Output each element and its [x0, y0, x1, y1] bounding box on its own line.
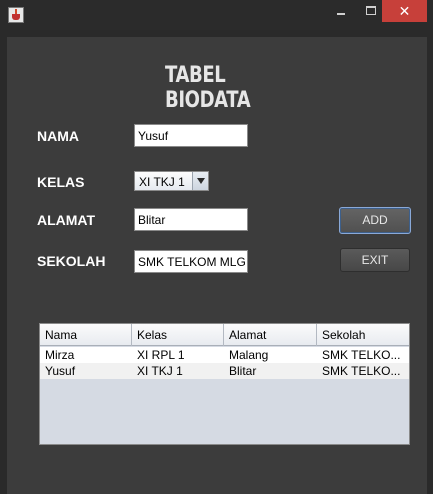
title-bar: ✕: [0, 0, 433, 30]
table-cell: XI TKJ 1: [137, 364, 183, 378]
app-window: ✕ TABEL BIODATA NAMA Yusuf KELAS XI TKJ …: [0, 0, 433, 494]
table-header: Nama Kelas Alamat Sekolah: [40, 324, 409, 346]
exit-button[interactable]: EXIT: [340, 248, 410, 272]
close-icon[interactable]: ✕: [382, 0, 427, 22]
column-header-sekolah[interactable]: Sekolah: [317, 324, 409, 346]
chevron-down-icon[interactable]: [192, 172, 208, 190]
column-header-alamat[interactable]: Alamat: [224, 324, 317, 346]
maximize-icon[interactable]: [358, 0, 384, 22]
table-cell: Blitar: [229, 364, 257, 378]
table-cell: Mirza: [45, 348, 75, 362]
column-header-kelas[interactable]: Kelas: [132, 324, 224, 346]
table-cell: Malang: [229, 348, 269, 362]
alamat-field[interactable]: Blitar: [134, 208, 248, 231]
alamat-label: ALAMAT: [37, 212, 96, 228]
table-cell: SMK TELKO...: [322, 364, 401, 378]
kelas-label: KELAS: [37, 174, 85, 190]
table-row[interactable]: Mirza XI RPL 1 Malang SMK TELKO...: [40, 347, 409, 363]
minimize-icon[interactable]: [328, 0, 354, 22]
sekolah-field[interactable]: SMK TELKOM MLG: [134, 250, 248, 273]
biodata-table[interactable]: Nama Kelas Alamat Sekolah Mirza XI RPL 1…: [39, 323, 410, 445]
java-app-icon: [8, 7, 24, 23]
kelas-select[interactable]: XI TKJ 1: [134, 171, 209, 191]
kelas-selected-value: XI TKJ 1: [139, 175, 185, 189]
nama-label: NAMA: [37, 128, 79, 144]
nama-field[interactable]: Yusuf: [134, 124, 248, 147]
table-cell: XI RPL 1: [137, 348, 185, 362]
table-cell: Yusuf: [45, 364, 76, 378]
table-row[interactable]: Yusuf XI TKJ 1 Blitar SMK TELKO...: [40, 363, 409, 379]
column-header-nama[interactable]: Nama: [40, 324, 132, 346]
page-title: TABEL BIODATA: [165, 63, 251, 113]
sekolah-label: SEKOLAH: [37, 253, 106, 269]
table-cell: SMK TELKO...: [322, 348, 401, 362]
add-button[interactable]: ADD: [339, 207, 411, 234]
